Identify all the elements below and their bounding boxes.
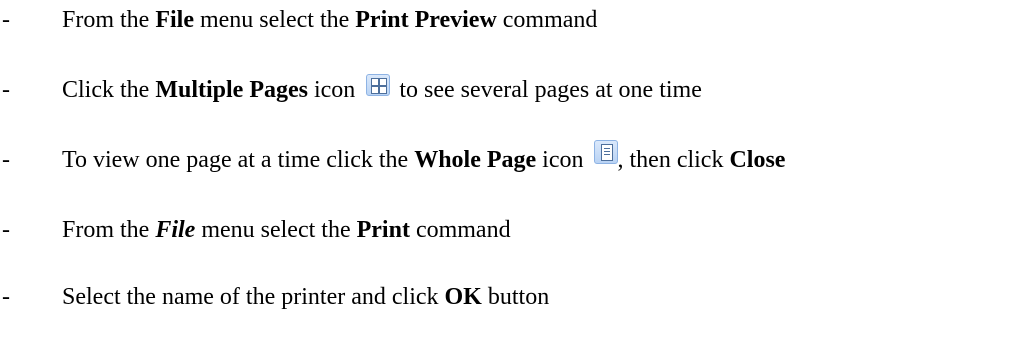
bullet-dash: - [2,7,10,33]
list-item: - To view one page at a time click the W… [0,140,1032,177]
instruction-document: - From the File menu select the Print Pr… [0,0,1032,354]
step-text: From the File menu select the Print Prev… [62,3,597,37]
list-item: - Click the Multiple Pages icon to see s… [0,73,1032,107]
multiple-pages-icon [366,74,391,96]
step-text: Select the name of the printer and click… [62,280,549,314]
step-text-run: command [409,217,511,243]
step-text-run: to see several pages at one time [393,77,702,103]
step-text-run: menu select the [193,7,356,33]
icon-name-whole-page: Whole Page [414,147,537,173]
step-text: From the File menu select the Print comm… [62,213,511,247]
step-text-run: icon [307,77,362,103]
step-text-run: From the [62,7,156,33]
step-text-run: menu select the [195,217,357,243]
step-text-run: Select the name of the printer and click [62,284,445,310]
list-item: - From the File menu select the Print co… [0,213,1032,247]
step-text-run: From the [62,217,156,243]
step-text-run: , then click [617,147,730,173]
list-item: - Select the name of the printer and cli… [0,280,1032,314]
menu-name-file: File [155,7,194,33]
step-text-run: Click the [62,77,156,103]
bullet-dash: - [2,217,10,243]
step-text-run: To view one page at a time click the [62,147,415,173]
button-name-ok: OK [444,284,482,310]
step-text-run: icon [536,147,590,173]
bullet-dash: - [2,284,10,310]
step-text-run: command [496,7,598,33]
icon-name-multiple-pages: Multiple Pages [155,77,308,103]
button-name-close: Close [729,147,786,173]
command-name-print: Print [356,217,410,243]
menu-name-file: File [155,217,196,243]
step-text-run: button [481,284,550,310]
list-item: - From the File menu select the Print Pr… [0,3,1032,37]
whole-page-icon [593,140,618,164]
step-text: To view one page at a time click the Who… [62,140,786,177]
command-name-print-preview: Print Preview [355,7,497,33]
step-text: Click the Multiple Pages icon to see sev… [62,73,702,107]
bullet-dash: - [2,77,10,103]
bullet-dash: - [2,147,10,173]
